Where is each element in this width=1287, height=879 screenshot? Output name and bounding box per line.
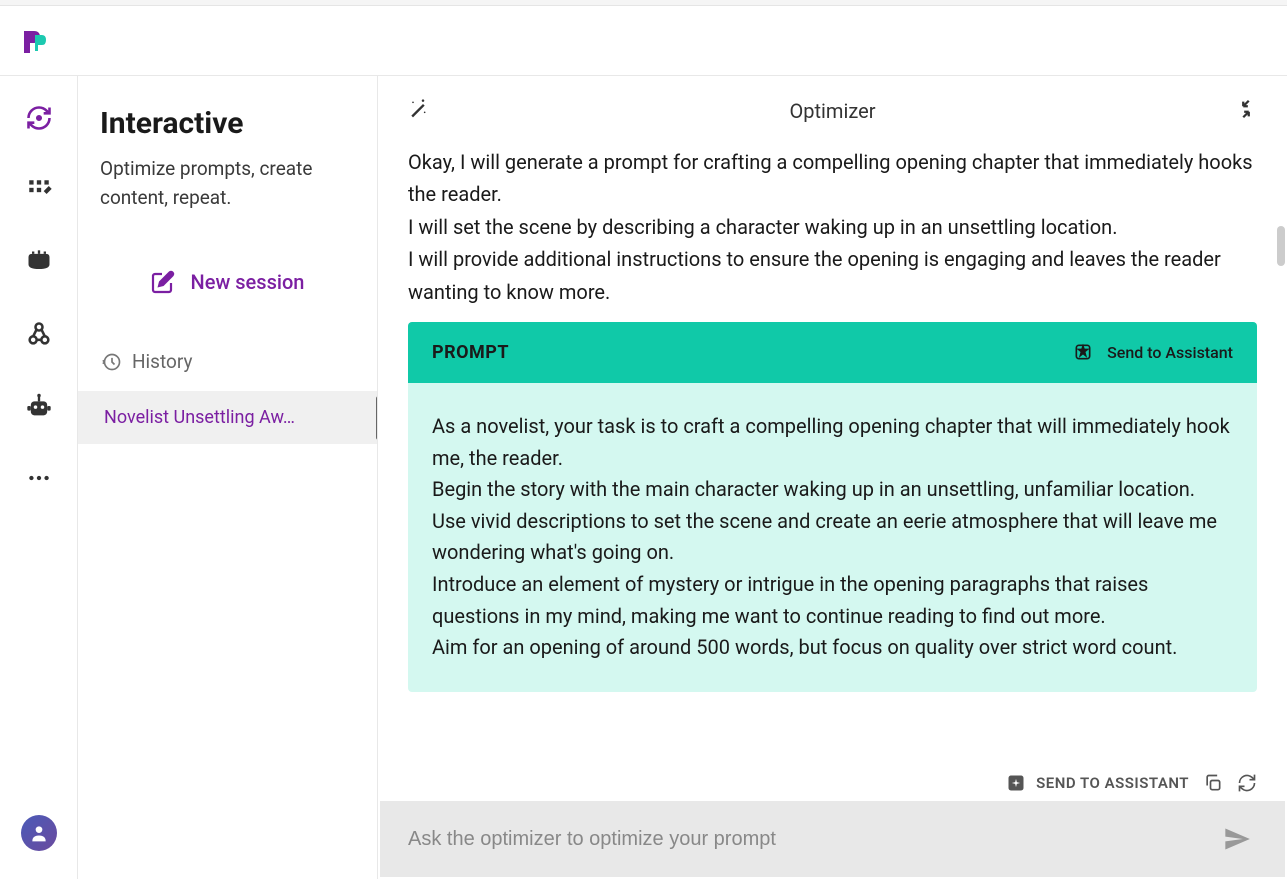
history-item-label: Novelist Unsettling Aw… [86, 407, 369, 428]
copy-icon [1203, 773, 1223, 793]
copy-button[interactable] [1203, 773, 1223, 793]
prompt-label: PROMPT [432, 342, 509, 363]
content-body: Okay, I will generate a prompt for craft… [378, 146, 1287, 761]
app-header [0, 6, 1287, 76]
grid-icon[interactable] [23, 174, 55, 206]
refresh-icon [1237, 773, 1257, 793]
new-session-label: New session [191, 270, 305, 294]
prompt-line: Introduce an element of mystery or intri… [432, 569, 1233, 632]
panel-title: Interactive [100, 106, 355, 141]
send-icon [1223, 825, 1251, 853]
optimizer-input[interactable] [408, 828, 1199, 851]
history-label: History [132, 350, 192, 373]
prompt-card: PROMPT Send to Assistant As a novelist, … [408, 322, 1257, 692]
refresh-button[interactable] [1237, 773, 1257, 793]
prompt-line: Aim for an opening of around 500 words, … [432, 632, 1233, 664]
prompt-line: Use vivid descriptions to set the scene … [432, 506, 1233, 569]
content-title: Optimizer [790, 99, 876, 123]
robot-icon[interactable] [23, 390, 55, 422]
panel-resize-handle[interactable] [376, 396, 377, 440]
left-panel: Interactive Optimize prompts, create con… [78, 76, 378, 879]
panel-subtitle: Optimize prompts, create content, repeat… [100, 155, 355, 212]
send-assistant-label: Send to Assistant [1107, 343, 1233, 362]
response-line: I will provide additional instructions t… [408, 243, 1257, 308]
prompt-body: As a novelist, your task is to craft a c… [408, 383, 1257, 692]
edit-icon [151, 270, 175, 294]
sparkle-icon [1006, 773, 1026, 793]
send-to-assistant-action[interactable]: SEND TO ASSISTANT [1006, 773, 1189, 793]
stage-icon[interactable] [23, 246, 55, 278]
content-area: Optimizer Okay, I will generate a prompt… [378, 76, 1287, 879]
history-item[interactable]: Novelist Unsettling Aw… [78, 391, 377, 444]
collapse-icon[interactable] [1235, 98, 1257, 124]
content-header: Optimizer [378, 76, 1287, 146]
more-icon[interactable] [23, 462, 55, 494]
history-icon [102, 352, 122, 372]
send-to-assistant-action-label: SEND TO ASSISTANT [1036, 774, 1189, 792]
optimizer-response: Okay, I will generate a prompt for craft… [408, 146, 1257, 308]
wand-icon[interactable] [408, 99, 428, 123]
scrollbar-thumb[interactable] [1277, 226, 1285, 266]
prompt-line: Begin the story with the main character … [432, 474, 1233, 506]
prompt-header: PROMPT Send to Assistant [408, 322, 1257, 383]
response-line: I will set the scene by describing a cha… [408, 211, 1257, 243]
history-header: History [100, 350, 355, 373]
assistant-icon [1073, 342, 1093, 362]
webhook-icon[interactable] [23, 318, 55, 350]
send-to-assistant-button[interactable]: Send to Assistant [1073, 342, 1233, 362]
user-avatar[interactable] [21, 815, 57, 851]
icon-sidebar [0, 76, 78, 879]
app-logo[interactable] [20, 27, 48, 55]
main-layout: Interactive Optimize prompts, create con… [0, 76, 1287, 879]
actions-row: SEND TO ASSISTANT [378, 761, 1287, 801]
refresh-icon[interactable] [23, 102, 55, 134]
prompt-line: As a novelist, your task is to craft a c… [432, 411, 1233, 474]
send-button[interactable] [1217, 819, 1257, 859]
response-line: Okay, I will generate a prompt for craft… [408, 146, 1257, 211]
new-session-button[interactable]: New session [100, 256, 355, 308]
input-area [380, 801, 1285, 877]
